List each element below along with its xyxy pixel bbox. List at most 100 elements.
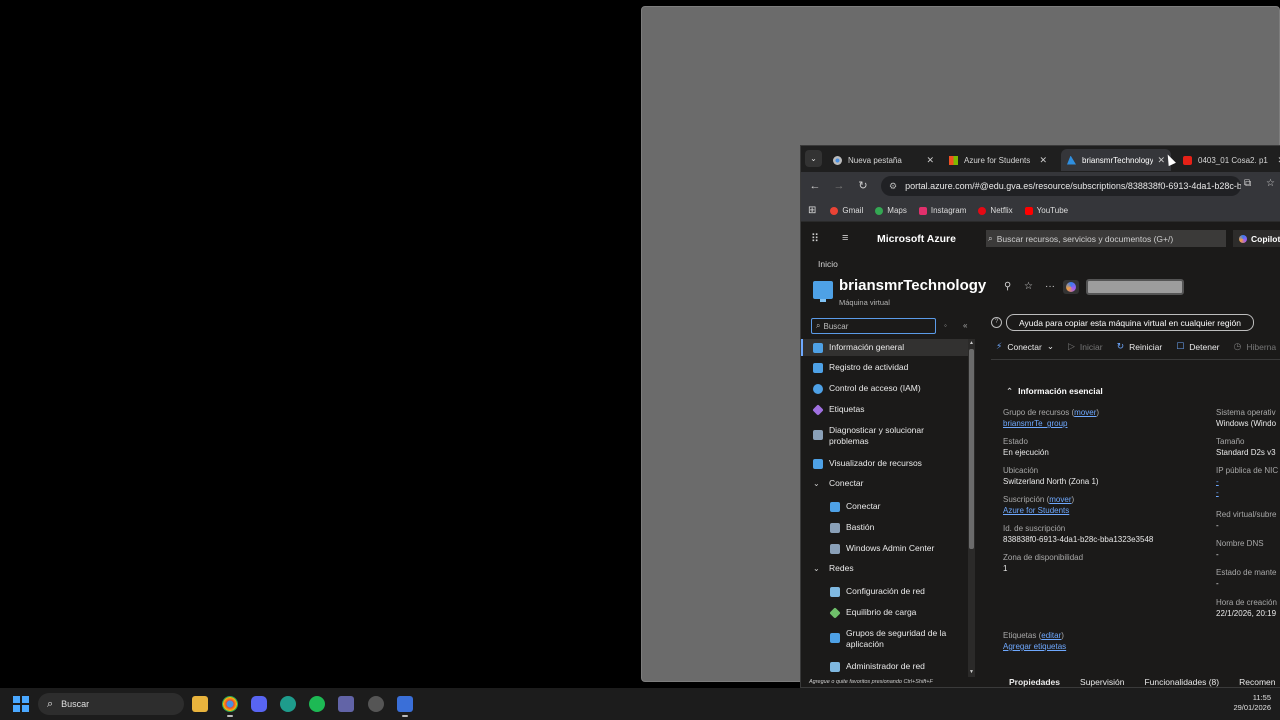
add-tags-link[interactable]: Agregar etiquetas [1003,642,1066,651]
windows-start-icon[interactable] [13,696,29,712]
chevron-down-icon: ⌄ [1046,341,1054,351]
page-title: briansmrTechnology [839,277,987,294]
back-icon[interactable]: ← [807,178,823,194]
hamburger-icon[interactable]: ≡ [842,232,848,244]
menu-item-diagnose[interactable]: Diagnosticar y solucionar problemas [801,425,951,447]
chevron-down-icon: ⌄ [813,479,820,488]
tab-title: briansmrTechnology [1082,155,1154,165]
cast-icon[interactable]: ⧉ [1244,178,1251,189]
discord-icon[interactable] [251,696,267,712]
move-link[interactable]: mover [1049,495,1071,504]
start-button[interactable]: ▷ Iniciar [1068,341,1103,352]
menu-group-connect[interactable]: ⌄ Conectar [801,478,969,489]
system-clock[interactable]: 11:55 29/01/2026 [1215,693,1271,713]
bookmarks-bar: ⊞ Gmail Maps Instagram Netflix YouTube [801,200,1280,222]
menu-item-resource-visualizer[interactable]: Visualizador de recursos [801,458,969,469]
tab-monitoring[interactable]: Supervisión [1080,677,1124,687]
resource-group-link[interactable]: briansmrTe_group [1003,419,1099,428]
bookmark-maps[interactable]: Maps [875,206,907,215]
bookmark-instagram[interactable]: Instagram [918,206,966,215]
menu-item-overview[interactable]: Información general [801,339,969,356]
tab-azure-students[interactable]: Azure for Students ✕ [943,149,1053,171]
move-link[interactable]: mover [1074,408,1096,417]
azure-brand[interactable]: Microsoft Azure [877,233,956,245]
scroll-up-icon[interactable]: ▲ [968,340,975,346]
teams-icon[interactable] [338,696,354,712]
close-icon[interactable]: ✕ [1039,155,1047,166]
tab-capabilities[interactable]: Funcionalidades (8) [1144,677,1219,687]
wrench-icon [813,430,823,440]
tab-youtube-video[interactable]: 0403_01 Cosa2. p1 ✕ [1177,149,1280,171]
expand-collapse-icon[interactable]: ◦ [944,321,947,330]
collapse-menu-icon[interactable]: « [963,321,967,330]
restart-button[interactable]: ↻ Reiniciar [1117,341,1163,352]
field-maintenance: Estado de mante - [1216,568,1277,588]
tab-new-tab[interactable]: Nueva pestaña ✕ [827,149,940,171]
app-settings-icon[interactable] [368,696,384,712]
close-icon[interactable]: ✕ [926,155,934,166]
menu-item-windows-admin-center[interactable]: Windows Admin Center [801,543,969,554]
menu-item-iam[interactable]: Control de acceso (IAM) [801,383,969,394]
favorites-hint: Agregue o quite favoritos presionando Ct… [809,679,933,685]
tab-recommendations[interactable]: Recomen [1239,677,1275,687]
forward-icon[interactable]: → [831,178,847,194]
menu-item-activity-log[interactable]: Registro de actividad [801,362,969,373]
menu-group-networking[interactable]: ⌄ Redes [801,563,969,574]
app-c-icon[interactable] [280,696,296,712]
menu-item-tags[interactable]: Etiquetas [801,404,969,416]
connect-button[interactable]: ⚡ Conectar ⌄ [996,341,1054,352]
bookmark-netflix[interactable]: Netflix [978,206,1013,215]
copilot-button[interactable]: Copilot [1233,230,1280,247]
favorite-star-icon[interactable]: ☆ [1024,281,1033,292]
stop-button[interactable]: ☐ Detener [1176,341,1219,352]
copilot-icon [1239,234,1247,243]
address-bar[interactable]: ⚙ portal.azure.com/#@edu.gva.es/resource… [881,176,1241,196]
pin-icon[interactable]: ⚲ [1004,281,1011,292]
command-bar: ⚡ Conectar ⌄ ▷ Iniciar ↻ Reiniciar ☐ Detener … [996,341,1280,352]
portal-menu-grid-icon[interactable]: ⠿ [811,232,819,245]
bookmark-youtube[interactable]: YouTube [1024,206,1068,215]
scrollbar-thumb[interactable] [969,349,974,549]
menu-item-network-manager[interactable]: Administrador de red [801,661,969,672]
tab-title: Nueva pestaña [848,155,902,165]
edit-tags-link[interactable]: editar [1041,631,1061,640]
chrome-icon[interactable] [222,696,238,717]
file-explorer-icon[interactable] [192,696,208,712]
browser-window[interactable]: ⌄ Nueva pestaña ✕ Azure for Students ✕ b… [800,145,1280,688]
resource-menu: Información general Registro de activida… [801,339,969,679]
menu-scrollbar[interactable]: ▲ ▼ [968,339,975,677]
maps-icon [875,206,884,215]
tab-properties[interactable]: Propiedades [1009,677,1060,687]
reload-icon[interactable]: ↻ [855,178,871,194]
breadcrumb[interactable]: Inicio [818,259,838,269]
log-icon [813,363,823,373]
hibernate-icon: ◷ [1233,341,1242,351]
subscription-link[interactable]: Azure for Students [1003,506,1074,515]
menu-search-input[interactable]: ⌕ Buscar [811,318,936,334]
field-availability-zone: Zona de disponibilidad 1 [1003,553,1084,573]
menu-item-connect[interactable]: Conectar [801,501,969,512]
site-info-icon[interactable]: ⚙ [889,181,897,192]
azure-search-input[interactable]: ⟳ ⌕ Buscar recursos, servicios y documen… [986,230,1226,247]
menu-item-network-settings[interactable]: Configuración de red [801,586,969,597]
menu-item-bastion[interactable]: Bastión [801,522,969,533]
taskbar-search[interactable]: ⌕ Buscar [38,693,184,715]
tab-search-dropdown-icon[interactable]: ⌄ [805,150,822,167]
scroll-down-icon[interactable]: ▼ [968,669,975,675]
tab-briansmr[interactable]: briansmrTechnology ✕ [1061,149,1171,171]
copilot-icon[interactable] [1063,280,1079,294]
chrome-icon [833,155,842,165]
essentials-toggle[interactable]: ⌃ Información esencial [1006,386,1103,397]
copy-vm-help-button[interactable]: Ayuda para copiar esta máquina virtual e… [1006,314,1254,331]
bookmark-star-icon[interactable]: ☆ [1266,178,1275,189]
more-options-icon[interactable]: ··· [1045,281,1055,292]
remote-desktop-icon[interactable] [397,696,413,717]
field-subscription-id: Id. de suscripción 838838f0-6913-4da1-b2… [1003,524,1154,544]
apps-grid-icon[interactable]: ⊞ [808,205,816,216]
spotify-icon[interactable] [309,696,325,712]
virtual-machine-icon [813,281,833,302]
menu-item-app-security-groups[interactable]: Grupos de seguridad de la aplicación [801,628,951,650]
menu-item-load-balancing[interactable]: Equilibrio de carga [801,607,969,619]
hibernate-button[interactable]: ◷ Hiberna [1234,341,1277,352]
bookmark-gmail[interactable]: Gmail [830,206,863,215]
